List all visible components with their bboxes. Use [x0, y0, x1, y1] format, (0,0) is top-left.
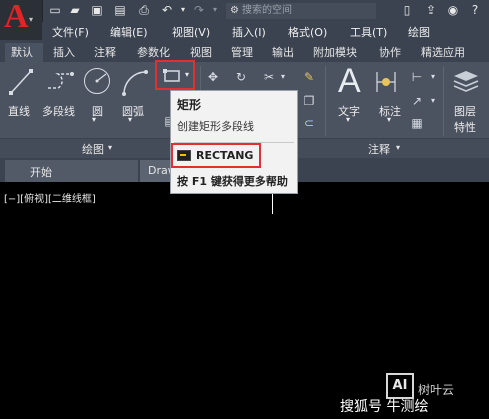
circle-radius-icon [95, 73, 107, 83]
arc-label[interactable]: 圆弧 [122, 103, 144, 119]
file-tab-start-label: 开始 [30, 166, 52, 179]
panel-divider-2 [325, 66, 326, 136]
undo-icon[interactable]: ↶ [160, 3, 174, 17]
panel-draw-expand-icon[interactable]: ▾ [108, 143, 112, 152]
user-icon[interactable]: ◉ [446, 3, 460, 17]
viewport-controls[interactable]: [−][俯视][二维线框] [4, 190, 96, 205]
leader-dropdown-icon[interactable]: ▾ [426, 94, 440, 108]
polyline-icon[interactable] [46, 70, 76, 94]
layer-label-line2[interactable]: 特性 [454, 119, 476, 135]
panel-draw-label[interactable]: 绘图 [82, 141, 104, 157]
tooltip-help: 按 F1 键获得更多帮助 [177, 175, 288, 188]
share-icon[interactable]: ⇪ [424, 3, 438, 17]
tooltip-title: 矩形 [177, 98, 202, 112]
tab-collaborate[interactable]: 协作 [379, 44, 401, 60]
panel-divider-3 [443, 66, 444, 136]
tab-default[interactable]: 默认 [11, 44, 33, 60]
menu-file[interactable]: 文件(F) [52, 24, 89, 40]
tab-insert[interactable]: 插入 [53, 44, 75, 60]
help-icon[interactable]: ? [468, 3, 482, 17]
application-menu-button[interactable]: A ▾ [0, 0, 43, 40]
redo-dropdown-icon[interactable]: ▾ [208, 3, 222, 17]
workspace-search[interactable]: ⚙ 搜索的空间 [226, 3, 376, 19]
menu-tools[interactable]: 工具(T) [350, 24, 387, 40]
drawing-canvas[interactable] [0, 182, 489, 419]
tab-manage[interactable]: 管理 [231, 44, 253, 60]
circle-dropdown-icon[interactable]: ▾ [92, 115, 96, 124]
line-label[interactable]: 直线 [8, 103, 30, 119]
layer-properties-icon[interactable] [452, 68, 480, 94]
dimension-dropdown-icon[interactable]: ▾ [387, 115, 391, 124]
open-icon[interactable]: ▰ [68, 3, 82, 17]
file-tab-start[interactable] [5, 160, 138, 182]
command-highlight-box [171, 143, 261, 168]
tab-addins[interactable]: 附加模块 [313, 44, 357, 60]
tab-view[interactable]: 视图 [190, 44, 212, 60]
arc-dropdown-icon[interactable]: ▾ [128, 115, 132, 124]
menu-edit[interactable]: 编辑(E) [110, 24, 148, 40]
copy-icon[interactable]: ❐ [302, 94, 316, 108]
redo-icon[interactable]: ↷ [192, 3, 206, 17]
menu-view[interactable]: 视图(V) [172, 24, 210, 40]
linear-dim-dropdown-icon[interactable]: ▾ [426, 70, 440, 84]
table-icon[interactable]: ▦ [410, 116, 424, 130]
mobile-icon[interactable]: ▯ [400, 3, 414, 17]
trim-icon[interactable]: ✂ [262, 70, 276, 84]
dimension-icon[interactable] [373, 68, 399, 96]
menu-insert[interactable]: 插入(I) [232, 24, 266, 40]
leader-icon[interactable]: ↗ [410, 94, 424, 108]
menu-draw[interactable]: 绘图 [408, 24, 430, 40]
move-icon[interactable]: ✥ [206, 70, 220, 84]
tab-parametric[interactable]: 参数化 [137, 44, 170, 60]
menu-format[interactable]: 格式(O) [288, 24, 327, 40]
polyline-label[interactable]: 多段线 [42, 103, 75, 119]
text-icon[interactable]: A [338, 62, 361, 101]
rectangle-highlight-box [155, 60, 195, 90]
new-icon[interactable]: ▭ [48, 3, 62, 17]
erase-icon[interactable]: ✎ [302, 70, 316, 84]
tooltip-description: 创建矩形多段线 [177, 120, 254, 133]
workspace-gear-icon: ⚙ [230, 5, 239, 16]
chevron-down-icon: ▾ [29, 15, 34, 24]
tab-featured-apps[interactable]: 精选应用 [421, 44, 465, 60]
tab-annotate[interactable]: 注释 [94, 44, 116, 60]
save-icon[interactable]: ▣ [90, 3, 104, 17]
layer-label-line1[interactable]: 图层 [454, 103, 476, 119]
autocad-logo-icon: A [4, 0, 29, 35]
undo-dropdown-icon[interactable]: ▾ [176, 3, 190, 17]
rotate-icon[interactable]: ↻ [234, 70, 248, 84]
panel-annotation-expand-icon[interactable]: ▾ [396, 143, 400, 152]
saveas-icon[interactable]: ▤ [113, 3, 127, 17]
text-dropdown-icon[interactable]: ▾ [346, 115, 350, 124]
linear-dim-icon[interactable]: ⊢ [410, 70, 424, 84]
watermark-source: 搜狐号 牛测绘 [340, 399, 429, 415]
line-icon[interactable] [8, 68, 34, 96]
tab-output[interactable]: 输出 [272, 44, 294, 60]
offset-icon[interactable]: ⊂ [302, 116, 316, 130]
print-icon[interactable]: ⎙ [137, 3, 151, 17]
panel-annotation-label[interactable]: 注释 [368, 141, 390, 157]
trim-dropdown-icon[interactable]: ▾ [276, 70, 290, 84]
workspace-search-text: 搜索的空间 [241, 5, 292, 16]
arc-icon[interactable] [120, 68, 150, 96]
